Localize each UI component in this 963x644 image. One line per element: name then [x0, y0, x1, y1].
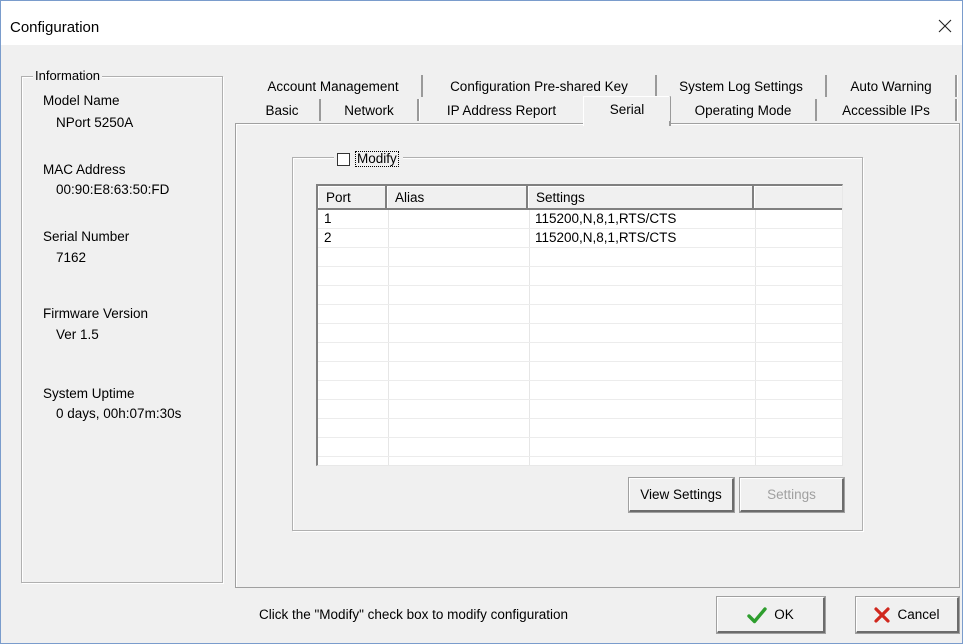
empty-row: [318, 343, 842, 362]
list-header: Port Alias Settings: [318, 186, 842, 210]
serial-number-label: Serial Number: [43, 229, 130, 244]
information-group: [21, 76, 223, 583]
alias-cell: [388, 210, 394, 229]
view-settings-label: View Settings: [640, 487, 722, 502]
tab-label: Basic: [265, 102, 299, 118]
table-row[interactable]: 2 115200,N,8,1,RTS/CTS: [318, 229, 842, 248]
empty-row: [318, 267, 842, 286]
tab-label: System Log Settings: [679, 78, 803, 94]
tab-label: Auto Warning: [850, 78, 932, 94]
status-hint: Click the "Modify" check box to modify c…: [259, 607, 568, 622]
close-icon: [938, 19, 952, 33]
tab-serial[interactable]: Serial: [584, 97, 670, 121]
settings-button-label: Settings: [767, 487, 816, 502]
alias-cell: [388, 229, 394, 248]
modify-checkbox[interactable]: [337, 152, 350, 166]
tab-account-management[interactable]: Account Management: [245, 75, 423, 97]
tab-label: Serial: [609, 101, 645, 117]
model-name-label: Model Name: [43, 93, 120, 108]
empty-row: [318, 324, 842, 343]
tab-label: Network: [344, 102, 394, 118]
tab-label: Operating Mode: [694, 102, 792, 118]
empty-row: [318, 457, 842, 465]
tab-accessible-ips[interactable]: Accessible IPs: [817, 99, 957, 121]
cancel-button[interactable]: Cancel: [855, 596, 960, 634]
column-header-port[interactable]: Port: [318, 186, 387, 210]
modify-legend: Modify: [334, 149, 403, 169]
tab-label: IP Address Report: [446, 102, 557, 118]
tab-system-log-settings[interactable]: System Log Settings: [657, 75, 827, 97]
mac-address-label: MAC Address: [43, 162, 126, 177]
model-name-value: NPort 5250A: [56, 115, 134, 130]
ok-button[interactable]: OK: [716, 596, 826, 634]
serial-number-value: 7162: [56, 250, 87, 265]
port-list[interactable]: Port Alias Settings 1 115200,N,8,1,RTS/C…: [316, 184, 843, 466]
tab-label: Account Management: [267, 78, 399, 94]
settings-cell: 115200,N,8,1,RTS/CTS: [535, 230, 677, 245]
empty-row: [318, 381, 842, 400]
close-button[interactable]: [928, 11, 962, 41]
modify-label[interactable]: Modify: [355, 151, 399, 167]
window-title: Configuration: [10, 19, 100, 36]
empty-row: [318, 286, 842, 305]
settings-cell: 115200,N,8,1,RTS/CTS: [535, 211, 677, 226]
port-cell: 2: [324, 230, 332, 245]
title-bar: Configuration: [1, 1, 962, 45]
cancel-label: Cancel: [897, 607, 940, 622]
tab-label: Configuration Pre-shared Key: [450, 78, 628, 94]
empty-row: [318, 305, 842, 324]
information-legend: Information: [33, 68, 103, 83]
checkmark-icon: [747, 606, 767, 624]
column-header-alias[interactable]: Alias: [387, 186, 528, 210]
mac-address-value: 00:90:E8:63:50:FD: [56, 182, 170, 197]
x-icon: [874, 606, 891, 623]
column-header-blank[interactable]: [754, 186, 842, 210]
column-header-settings[interactable]: Settings: [528, 186, 754, 210]
empty-row: [318, 419, 842, 438]
configuration-window: Configuration Information Model Name NPo…: [0, 0, 963, 644]
firmware-version-label: Firmware Version: [43, 306, 149, 321]
tab-basic[interactable]: Basic: [245, 99, 321, 121]
view-settings-button[interactable]: View Settings: [628, 477, 735, 513]
port-cell: 1: [324, 211, 332, 226]
system-uptime-label: System Uptime: [43, 386, 135, 401]
tab-label: Accessible IPs: [842, 102, 930, 118]
system-uptime-value: 0 days, 00h:07m:30s: [56, 406, 182, 421]
empty-row: [318, 248, 842, 267]
tab-configuration-pre-shared-key[interactable]: Configuration Pre-shared Key: [423, 75, 657, 97]
tab-ip-address-report[interactable]: IP Address Report: [419, 99, 583, 121]
settings-button[interactable]: Settings: [739, 477, 845, 513]
table-row[interactable]: 1 115200,N,8,1,RTS/CTS: [318, 210, 842, 229]
tab-auto-warning[interactable]: Auto Warning: [827, 75, 957, 97]
firmware-version-value: Ver 1.5: [56, 327, 99, 342]
empty-row: [318, 400, 842, 419]
tab-operating-mode[interactable]: Operating Mode: [671, 99, 817, 121]
ok-label: OK: [774, 607, 794, 622]
tab-network[interactable]: Network: [321, 99, 419, 121]
empty-row: [318, 438, 842, 457]
empty-row: [318, 362, 842, 381]
